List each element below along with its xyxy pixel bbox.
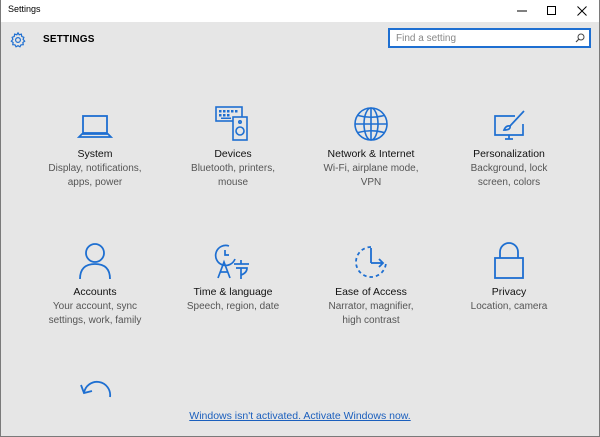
- tile-desc-line: apps, power: [67, 177, 123, 188]
- tile-description: Your account, sync settings, work, famil…: [30, 300, 160, 328]
- globe-icon: [354, 107, 388, 141]
- search-box[interactable]: [388, 28, 591, 48]
- tile-name: System: [77, 148, 113, 160]
- time-language-icon: [214, 244, 249, 279]
- lock-icon: [494, 242, 524, 279]
- settings-header: SETTINGS: [1, 22, 599, 58]
- tile-desc-line: Speech, region, date: [186, 301, 280, 312]
- tile-desc-line: Your account, sync: [52, 301, 138, 312]
- tile-system[interactable]: System Display, notifications, apps, pow…: [30, 100, 160, 190]
- tile-name: Accounts: [73, 286, 117, 298]
- tile-desc-line: Bluetooth, printers,: [191, 163, 275, 174]
- tile-description: Background, lock screen, colors: [444, 162, 574, 190]
- tile-name: Personalization: [473, 148, 545, 160]
- paint-icon: [494, 110, 525, 140]
- tile-description: Narrator, magnifier, high contrast: [306, 300, 436, 328]
- title-bar: Settings: [1, 0, 599, 22]
- tile-desc-line: VPN: [360, 177, 382, 188]
- tile-privacy[interactable]: Privacy Location, camera: [444, 238, 574, 314]
- tile-description: Speech, region, date: [168, 300, 298, 314]
- tile-desc-line: Location, camera: [470, 301, 548, 312]
- person-icon: [79, 243, 111, 280]
- update-security-icon[interactable]: [79, 375, 113, 401]
- tile-description: Location, camera: [444, 300, 574, 314]
- window-title: Settings: [8, 4, 41, 14]
- minimize-icon: [517, 10, 527, 12]
- tile-description: Bluetooth, printers, mouse: [168, 162, 298, 190]
- tile-desc-line: settings, work, family: [48, 315, 142, 326]
- tile-desc-line: Background, lock: [470, 163, 548, 174]
- maximize-button[interactable]: [537, 0, 567, 22]
- settings-window: Settings SETTINGS Find a setting System …: [0, 0, 600, 437]
- ease-of-access-icon: [355, 246, 387, 278]
- close-icon: [577, 6, 587, 16]
- search-icon[interactable]: [575, 33, 585, 43]
- page-title: SETTINGS: [43, 34, 95, 45]
- tile-description: Display, notifications, apps, power: [30, 162, 160, 190]
- tile-desc-line: Wi-Fi, airplane mode,: [323, 163, 419, 174]
- tile-name: Time & language: [193, 286, 273, 298]
- maximize-icon: [547, 6, 556, 15]
- tile-network-internet[interactable]: Network & Internet Wi-Fi, airplane mode,…: [306, 100, 436, 190]
- devices-icon: [215, 106, 248, 141]
- tile-name: Privacy: [491, 286, 527, 298]
- tile-desc-line: Narrator, magnifier,: [328, 301, 414, 312]
- tile-name: Ease of Access: [335, 286, 407, 298]
- tile-devices[interactable]: Devices Bluetooth, printers, mouse: [168, 100, 298, 190]
- laptop-icon: [77, 115, 113, 138]
- tile-time-language[interactable]: Time & language Speech, region, date: [168, 238, 298, 314]
- gear-icon: [10, 31, 26, 48]
- minimize-button[interactable]: [507, 0, 537, 22]
- tile-desc-line: high contrast: [342, 315, 400, 326]
- tile-name: Network & Internet: [327, 148, 415, 160]
- tile-desc-line: mouse: [217, 177, 248, 188]
- activate-windows-link[interactable]: Windows isn't activated. Activate Window…: [1, 410, 599, 422]
- tile-ease-of-access[interactable]: Ease of Access Narrator, magnifier, high…: [306, 238, 436, 328]
- tile-name: Devices: [214, 148, 252, 160]
- tile-accounts[interactable]: Accounts Your account, sync settings, wo…: [30, 238, 160, 328]
- close-button[interactable]: [567, 0, 597, 22]
- tile-desc-line: screen, colors: [477, 177, 541, 188]
- tile-personalization[interactable]: Personalization Background, lock screen,…: [444, 100, 574, 190]
- tile-desc-line: Display, notifications,: [48, 163, 142, 174]
- search-input[interactable]: [396, 32, 566, 45]
- tile-description: Wi-Fi, airplane mode, VPN: [306, 162, 436, 190]
